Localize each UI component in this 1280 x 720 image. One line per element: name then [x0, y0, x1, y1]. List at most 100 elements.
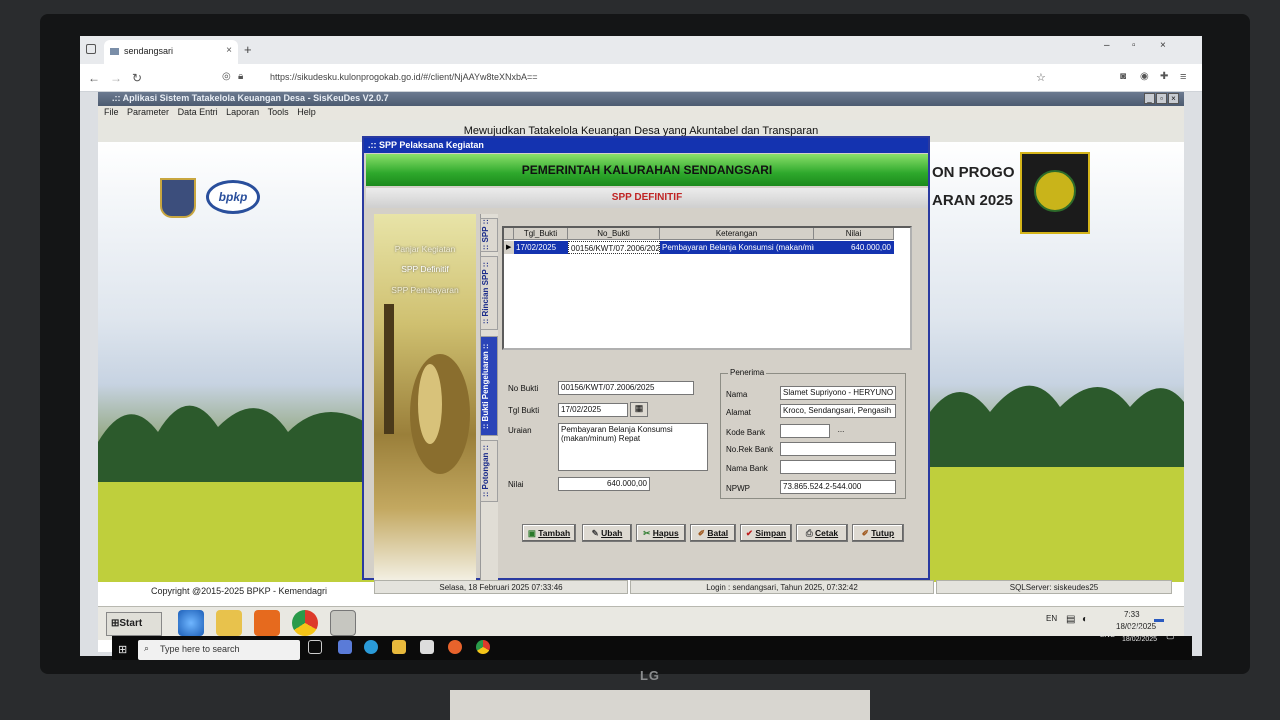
new-tab-button[interactable]: + — [244, 42, 252, 57]
app-minimize-button[interactable]: _ — [1144, 93, 1155, 104]
grid-header-no[interactable]: No_Bukti — [568, 228, 660, 240]
chrome-icon[interactable] — [292, 610, 318, 636]
windows-start-icon[interactable]: ⊞ — [118, 643, 127, 656]
windows-tray-lang[interactable]: ENG — [1100, 632, 1115, 639]
tab-bukti-pengeluaran[interactable]: :: Bukti Pengeluaran :: — [480, 336, 498, 436]
row-pointer-icon: ▶ — [504, 241, 514, 254]
windows-tray-date[interactable]: 18/02/2025 — [1122, 636, 1157, 643]
tray-time[interactable]: 7:33 — [1124, 610, 1140, 619]
row-ket[interactable]: Pembayaran Belanja Konsumsi (makan/minum… — [660, 241, 814, 254]
kemendagri-logo — [160, 178, 196, 218]
start-button[interactable]: ⊞Start — [106, 612, 162, 636]
row-no[interactable]: 00156/KWT/07.2006/2025 — [568, 241, 660, 254]
folder-icon[interactable] — [216, 610, 242, 636]
row-tgl[interactable]: 17/02/2025 — [514, 241, 568, 254]
store-icon[interactable] — [420, 640, 434, 654]
notification-icon[interactable]: ▢ — [1166, 630, 1175, 641]
tray-volume-icon[interactable]: ◐ — [1082, 614, 1088, 625]
tab-spp[interactable]: :: SPP :: — [480, 218, 498, 252]
tambah-button[interactable]: ▣ Tambah — [522, 524, 576, 542]
ie-icon[interactable] — [178, 610, 204, 636]
menu-tools[interactable]: Tools — [268, 107, 289, 117]
pocket-icon[interactable]: ◙ — [1120, 71, 1126, 82]
nilai-field[interactable]: 640.000,00 — [558, 477, 650, 491]
menu-data-entri[interactable]: Data Entri — [178, 107, 218, 117]
tutup-button[interactable]: ✐ Tutup — [852, 524, 904, 542]
chrome-taskbar-icon[interactable] — [476, 640, 490, 654]
ubah-button[interactable]: ✎ Ubah — [582, 524, 632, 542]
uraian-label: Uraian — [508, 426, 532, 435]
nama-label: Nama — [726, 390, 748, 399]
side-menu-panjar[interactable]: Panjar Kegiatan — [374, 244, 476, 254]
cetak-button[interactable]: ⎙ Cetak — [796, 524, 848, 542]
windows-search-box[interactable]: ⌕ Type here to search — [138, 640, 300, 660]
minimize-button[interactable]: – — [1104, 40, 1110, 51]
shield-icon[interactable]: ◎ — [222, 71, 231, 82]
copilot-icon[interactable] — [338, 640, 352, 654]
forward-icon[interactable]: → — [110, 71, 122, 85]
menu-laporan[interactable]: Laporan — [226, 107, 259, 117]
tray-lang[interactable]: EN — [1046, 614, 1057, 623]
firefox-icon[interactable] — [448, 640, 462, 654]
bukti-grid[interactable]: Tgl_Bukti No_Bukti Keterangan Nilai ▶ 17… — [502, 226, 912, 350]
uraian-field[interactable]: Pembayaran Belanja Konsumsi (makan/minum… — [558, 423, 708, 471]
status-sql: SQLServer: siskeudes25 — [936, 580, 1172, 594]
grid-header-ket[interactable]: Keterangan — [660, 228, 814, 240]
row-nilai[interactable]: 640.000,00 — [814, 241, 894, 254]
tray-network-icon[interactable]: ▤ — [1066, 614, 1075, 625]
edge-icon[interactable] — [364, 640, 378, 654]
back-icon[interactable]: ← — [88, 71, 100, 85]
bookmark-star-icon[interactable]: ☆ — [1036, 71, 1046, 84]
emblem-center-icon — [1034, 170, 1076, 212]
tab-potongan[interactable]: :: Potongan :: — [480, 440, 498, 502]
no-bukti-field[interactable]: 00156/KWT/07.2006/2025 — [558, 381, 694, 395]
status-login: Login : sendangsari, Tahun 2025, 07:32:4… — [630, 580, 934, 594]
calendar-icon[interactable]: ▦ — [630, 402, 648, 417]
side-menu-spp-definitif[interactable]: SPP Definitif — [374, 264, 476, 274]
grid-header-tgl[interactable]: Tgl_Bukti — [514, 228, 568, 240]
siskeudes-icon[interactable] — [330, 610, 356, 636]
close-window-button[interactable]: × — [1160, 40, 1166, 51]
simpan-button[interactable]: ✔ Simpan — [740, 524, 792, 542]
address-bar[interactable]: https://sikudesku.kulonprogokab.go.id/#/… — [270, 72, 538, 82]
nama-bank-field[interactable] — [780, 460, 896, 474]
copyright: Copyright @2015-2025 BPKP - Kemendagri — [150, 586, 328, 596]
tab-list-icon[interactable] — [86, 44, 96, 54]
task-view-icon[interactable] — [308, 640, 322, 654]
app-restore-button[interactable]: ▫ — [1156, 93, 1167, 104]
lock-icon[interactable]: 🔒︎ — [238, 71, 243, 82]
region-name: ON PROGO — [932, 164, 1015, 181]
dialog-title: .:: SPP Pelaksana Kegiatan — [364, 138, 928, 153]
extensions-icon[interactable]: ✚ — [1160, 71, 1168, 82]
tray-show-desktop-icon[interactable]: ▬ — [1154, 614, 1164, 625]
batal-button[interactable]: ✐ Batal — [690, 524, 736, 542]
explorer-icon[interactable] — [392, 640, 406, 654]
tray-chevron-icon[interactable]: ^ — [1032, 632, 1035, 639]
media-player-icon[interactable] — [254, 610, 280, 636]
norek-field[interactable] — [780, 442, 896, 456]
npwp-field[interactable]: 73.865.524.2-544.000 — [780, 480, 896, 494]
close-tab-icon[interactable]: × — [226, 45, 232, 56]
tgl-bukti-field[interactable]: 17/02/2025 — [558, 403, 628, 417]
nama-field[interactable]: Slamet Supriyono - HERYUNO — [780, 386, 896, 400]
menu-file[interactable]: File — [104, 107, 119, 117]
menu-help[interactable]: Help — [297, 107, 316, 117]
nama-bank-label: Nama Bank — [726, 464, 768, 473]
tab-rincian-spp[interactable]: :: Rincian SPP :: — [480, 256, 498, 330]
penerima-legend: Penerima — [728, 368, 767, 377]
browse-bank-button[interactable]: ... — [834, 425, 848, 434]
menu-icon[interactable]: ≡ — [1180, 71, 1186, 83]
add-icon: ▣ — [527, 528, 539, 538]
menu-parameter[interactable]: Parameter — [127, 107, 169, 117]
windows-tray-time[interactable]: 7:33 — [1128, 626, 1142, 633]
kode-bank-field[interactable] — [780, 424, 830, 438]
account-icon[interactable]: ◉ — [1140, 71, 1149, 82]
hapus-button[interactable]: ✂ Hapus — [636, 524, 686, 542]
grid-header-nilai[interactable]: Nilai — [814, 228, 894, 240]
browser-tab[interactable]: sendangsari × — [104, 40, 238, 64]
maximize-button[interactable]: ▫ — [1132, 40, 1136, 51]
reload-icon[interactable]: ↻ — [132, 71, 142, 85]
norek-label: No.Rek Bank — [726, 445, 774, 454]
app-close-button[interactable]: × — [1168, 93, 1179, 104]
alamat-field[interactable]: Kroco, Sendangsari, Pengasih — [780, 404, 896, 418]
